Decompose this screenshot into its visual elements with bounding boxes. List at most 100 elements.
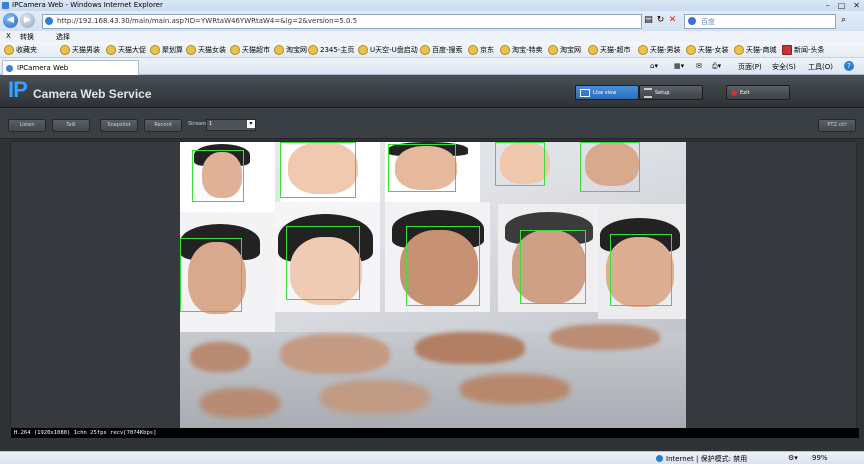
chevron-down-icon: ▾ [247, 120, 255, 128]
page-icon [45, 17, 53, 25]
menu-row: X 转换 选择 [0, 31, 864, 42]
fav-item[interactable]: 天猫-商城 [734, 45, 777, 55]
link-icon [588, 45, 598, 55]
face-detection-box [406, 226, 480, 306]
fav-item[interactable]: 新闻-头条 [782, 45, 825, 55]
live-view-button[interactable]: Live view [575, 85, 639, 100]
video-status-text: H.264 (1920x1080) 1chn 25fps recv[7074Kb… [11, 428, 859, 438]
face-detection-box [520, 230, 586, 304]
face [550, 324, 660, 350]
face-detection-box [180, 238, 242, 312]
stream-value: 1 [209, 121, 213, 127]
face [200, 388, 280, 418]
compat-view-icon[interactable]: ▤ [643, 15, 654, 26]
face-detection-box [280, 142, 356, 198]
fav-item[interactable]: 天猫女装 [186, 45, 226, 55]
tab-ipcamera[interactable]: IPCamera Web [2, 60, 139, 76]
favorites-bar: 收藏夹 天猫男装 天猫大促 聚划算 天猫女装 天猫超市 淘宝网 2345-主页 … [0, 42, 864, 58]
globe-icon [656, 455, 663, 462]
fav-item[interactable]: 淘宝网 [548, 45, 581, 55]
star-icon [4, 45, 14, 55]
security-zone: Internet | 保护模式: 禁用 [666, 455, 748, 463]
fav-item[interactable]: 天猫男装 [60, 45, 100, 55]
search-input[interactable]: 百度 [684, 14, 836, 29]
fav-item[interactable]: 天猫-男装 [638, 45, 681, 55]
link-icon [420, 45, 430, 55]
back-button[interactable]: ◀ [3, 13, 18, 28]
page-menu[interactable]: 页面(P) [738, 62, 762, 72]
face-detection-box [610, 234, 672, 306]
convert-menu[interactable]: 转换 [20, 32, 34, 42]
fav-item[interactable]: U天空-U盘启动 [358, 45, 418, 55]
ie-icon [6, 65, 13, 72]
fav-item[interactable]: 2345-主页 [308, 45, 354, 55]
stream-select[interactable]: 1 ▾ [206, 119, 256, 131]
maximize-button[interactable]: □ [838, 1, 846, 10]
snapshot-button[interactable]: Snapshot [100, 119, 138, 132]
camera-video-feed[interactable] [180, 142, 686, 428]
help-button[interactable]: ? [844, 61, 854, 71]
fav-item[interactable]: 天猫大促 [106, 45, 146, 55]
tab-label: IPCamera Web [17, 64, 69, 72]
ptz-button[interactable]: PTZ ctrl [818, 119, 856, 132]
link-icon [638, 45, 648, 55]
face [460, 374, 570, 404]
face-detection-box [388, 144, 456, 192]
fav-item[interactable]: 淘宝-特卖 [500, 45, 543, 55]
zoom-level[interactable]: 99% [812, 454, 828, 462]
ie-status-bar: Internet | 保护模式: 禁用 ⚙▾ 99% [0, 451, 864, 464]
link-icon [106, 45, 116, 55]
video-toolbar: Listen Talk Snapshot Record Stream 1 ▾ P… [0, 108, 864, 139]
talk-button[interactable]: Talk [52, 119, 90, 132]
print-icon[interactable]: ⎙▾ [712, 62, 721, 71]
link-icon [548, 45, 558, 55]
fav-item[interactable]: 天猫超市 [230, 45, 270, 55]
minimize-button[interactable]: – [826, 1, 830, 10]
exit-button[interactable]: Exit [726, 85, 790, 100]
record-button[interactable]: Record [144, 119, 182, 132]
select-menu[interactable]: 选择 [56, 32, 70, 42]
ie-icon [2, 2, 9, 9]
refresh-icon[interactable]: ↻ [655, 15, 666, 26]
address-url: http://192.168.43.30/main/main.asp?ID=YW… [57, 17, 358, 25]
tools-menu[interactable]: 工具(O) [808, 62, 833, 72]
close-toolbar-button[interactable]: X [6, 32, 11, 40]
fav-item[interactable]: 天猫-超市 [588, 45, 631, 55]
link-icon [308, 45, 318, 55]
monitor-icon [580, 88, 590, 97]
window-title-bar: IPCamera Web - Windows Internet Explorer… [0, 0, 864, 11]
mail-icon[interactable]: ✉ [696, 62, 702, 70]
window-title: IPCamera Web - Windows Internet Explorer [12, 1, 163, 9]
stop-icon[interactable]: ✕ [667, 15, 678, 26]
logo-text: Camera Web Service [33, 87, 152, 101]
safety-menu[interactable]: 安全(S) [772, 62, 796, 72]
fav-item[interactable]: 淘宝网 [274, 45, 307, 55]
list-icon [644, 87, 652, 98]
home-icon[interactable]: ⌂▾ [650, 62, 658, 70]
address-bar[interactable]: http://192.168.43.30/main/main.asp?ID=YW… [42, 14, 642, 29]
search-icon[interactable]: ⌕ [838, 15, 849, 26]
link-icon [468, 45, 478, 55]
face [190, 342, 250, 372]
link-icon [500, 45, 510, 55]
search-placeholder: 百度 [701, 18, 715, 26]
settings-icon[interactable]: ⚙▾ [788, 454, 798, 462]
fav-item[interactable]: 京东 [468, 45, 494, 55]
face-detection-box [286, 226, 360, 300]
favorites-button[interactable]: 收藏夹 [4, 45, 37, 55]
fav-item[interactable]: 聚划算 [150, 45, 183, 55]
link-icon [358, 45, 368, 55]
link-icon [150, 45, 160, 55]
tab-row: IPCamera Web ⌂▾ ▦▾ ✉ ⎙▾ 页面(P) 安全(S) 工具(O… [0, 58, 864, 76]
face [320, 380, 430, 414]
close-window-button[interactable]: ✕ [853, 1, 860, 10]
setup-button[interactable]: Setup [639, 85, 703, 100]
listen-button[interactable]: Listen [8, 119, 46, 132]
forward-button[interactable]: ▶ [20, 13, 35, 28]
power-icon [731, 89, 737, 96]
face-detection-box [495, 142, 545, 186]
logo-ip: IP [8, 77, 28, 102]
fav-item[interactable]: 天猫-女装 [686, 45, 729, 55]
feeds-icon[interactable]: ▦▾ [674, 62, 684, 70]
fav-item[interactable]: 百度-搜索 [420, 45, 463, 55]
